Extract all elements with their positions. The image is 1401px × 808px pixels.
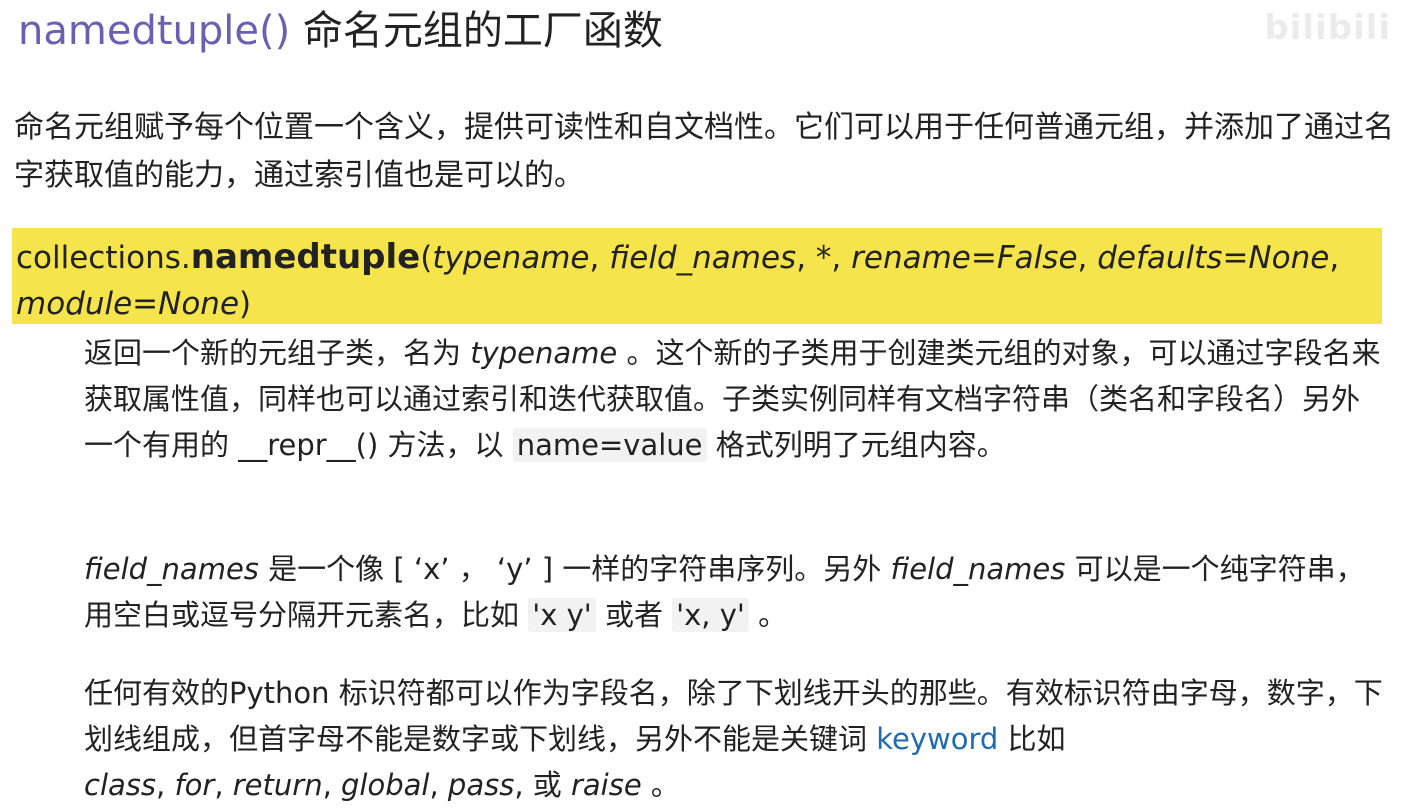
description-paragraph-2: field_names 是一个像 [ ‘x’ ， ‘y’ ] 一样的字符串序列。… <box>84 546 1384 638</box>
inline-code-x-comma-y: 'x, y' <box>672 598 749 632</box>
separator: , <box>322 768 342 802</box>
function-signature: collections.namedtuple(typename, field_n… <box>12 228 1382 324</box>
field-names-term: field_names <box>890 552 1066 586</box>
page-title: namedtuple() 命名元组的工厂函数 <box>18 2 663 60</box>
keyword-for: for <box>174 768 215 802</box>
function-name: namedtuple() <box>18 8 291 54</box>
signature-close-paren: ) <box>239 286 252 322</box>
description-paragraph-3: 任何有效的Python 标识符都可以作为字段名，除了下划线开头的那些。有效标识符… <box>84 670 1384 808</box>
title-description: 命名元组的工厂函数 <box>302 8 663 54</box>
keyword-class: class <box>84 768 156 802</box>
separator: , <box>156 768 175 802</box>
param-module: module=None <box>16 286 240 322</box>
keyword-return: return <box>232 768 323 802</box>
intro-paragraph: 命名元组赋予每个位置一个含义，提供可读性和自文档性。它们可以用于任何普通元组，并… <box>14 110 1394 193</box>
signature-open-paren: ( <box>420 240 433 276</box>
param-field-names: field_names <box>609 240 797 276</box>
text: 是一个像 [ ‘x’ ， ‘y’ ] 一样的字符串序列。另外 <box>258 552 891 586</box>
text: 格式列明了元组内容。 <box>706 428 1006 462</box>
param-typename: typename <box>432 240 590 276</box>
text: 任何有效的Python 标识符都可以作为字段名，除了下划线开头的那些。有效标识符… <box>84 676 1383 756</box>
text: 方法，以 <box>378 428 513 462</box>
param-star: * <box>815 240 832 276</box>
text: 比如 <box>998 722 1066 756</box>
separator: , <box>429 768 448 802</box>
text: 返回一个新的元组子类，名为 <box>84 336 471 370</box>
inline-code-x-y: 'x y' <box>528 598 596 632</box>
text: 。 <box>748 598 788 632</box>
text: 或者 <box>595 598 673 632</box>
signature-module: collections. <box>16 240 191 276</box>
keyword-link[interactable]: keyword <box>876 722 998 756</box>
text: 。 <box>641 768 680 802</box>
separator: , 或 <box>514 768 571 802</box>
inline-code-name-value: name=value <box>512 428 707 462</box>
keyword-global: global <box>341 768 430 802</box>
description-paragraph-1: 返回一个新的元组子类，名为 typename 。这个新的子类用于创建类元组的对象… <box>84 330 1384 468</box>
keyword-pass: pass <box>447 768 515 802</box>
keyword-raise: raise <box>570 768 642 802</box>
bilibili-watermark-logo: bilibili <box>1264 8 1391 48</box>
typename-term: typename <box>470 336 618 370</box>
repr-term: __repr__() <box>238 428 379 462</box>
signature-name: namedtuple <box>190 237 421 277</box>
separator: , <box>214 768 233 802</box>
param-rename: rename=False <box>851 240 1078 276</box>
field-names-term: field_names <box>84 552 259 586</box>
param-defaults: defaults=None <box>1097 240 1330 276</box>
